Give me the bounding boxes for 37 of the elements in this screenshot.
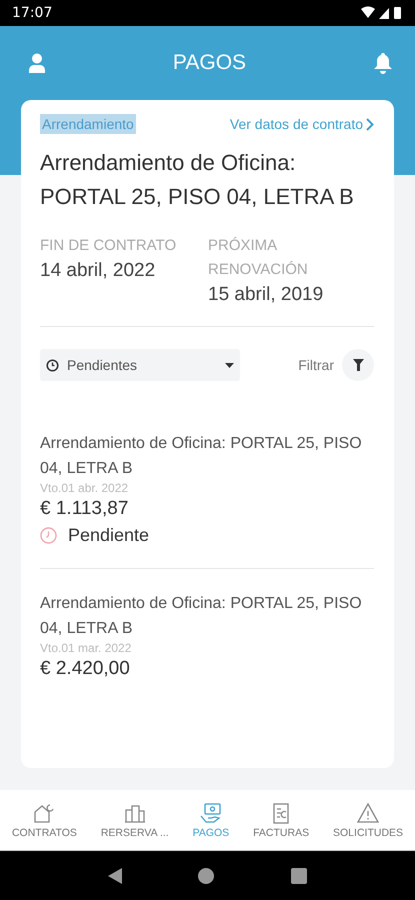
nav-tab[interactable]: PAGOS — [180, 790, 242, 850]
back-icon[interactable] — [108, 868, 122, 884]
nav-tab[interactable]: RERSERVA ... — [88, 790, 181, 850]
filter-icon — [352, 359, 364, 371]
recents-icon[interactable] — [290, 868, 307, 884]
nav-tab[interactable]: SOLICITUDES — [321, 790, 415, 850]
status-dropdown[interactable]: Pendientes — [40, 349, 240, 381]
page-title: PAGOS — [172, 51, 246, 75]
filter-button[interactable]: Filtrar — [298, 349, 374, 381]
house-icon — [32, 802, 56, 824]
payment-title: Arrendamiento de Oficina: PORTAL 25, PISO 04, LETRA B — [40, 594, 363, 639]
warning-icon — [356, 802, 380, 824]
status-time: 17:07 — [12, 5, 52, 21]
payment-amount: € 1.113,87 — [40, 497, 130, 521]
payment-title: Arrendamiento de Oficina: PORTAL 25, PISO 04, LETRA B — [40, 434, 363, 479]
payment-amount: € 2.420,00 — [40, 657, 131, 681]
home-icon[interactable] — [198, 868, 214, 884]
bell-icon[interactable] — [372, 52, 393, 74]
contract-details-link[interactable]: Ver datos de contrato — [230, 116, 374, 132]
clock-icon — [40, 527, 57, 544]
field-value: 15 abril, 2019 — [208, 283, 324, 307]
payment-status: Pendiente — [68, 525, 150, 546]
due-date: Vto.01 mar. 2022 — [40, 641, 132, 655]
chevron-right-icon — [366, 118, 374, 130]
contract-type-tag: Arrendamiento — [40, 114, 136, 134]
user-icon[interactable] — [28, 53, 46, 73]
field-value: 14 abril, 2022 — [40, 259, 156, 283]
contract-title: Arrendamiento de Oficina: PORTAL 25, PISO 04, LETRA B — [40, 149, 355, 211]
nav-tab[interactable]: CONTRATOS — [0, 790, 89, 850]
payment-icon — [198, 802, 223, 824]
field-label: PRÓXIMA RENOVACIÓN — [208, 236, 309, 280]
status-icons — [359, 6, 403, 20]
clock-icon — [46, 358, 59, 372]
nav-tab[interactable]: FACTURAS — [241, 790, 322, 850]
field-label: FIN DE CONTRATO — [40, 236, 178, 256]
caret-icon — [225, 362, 234, 368]
due-date: Vto.01 abr. 2022 — [40, 481, 130, 495]
